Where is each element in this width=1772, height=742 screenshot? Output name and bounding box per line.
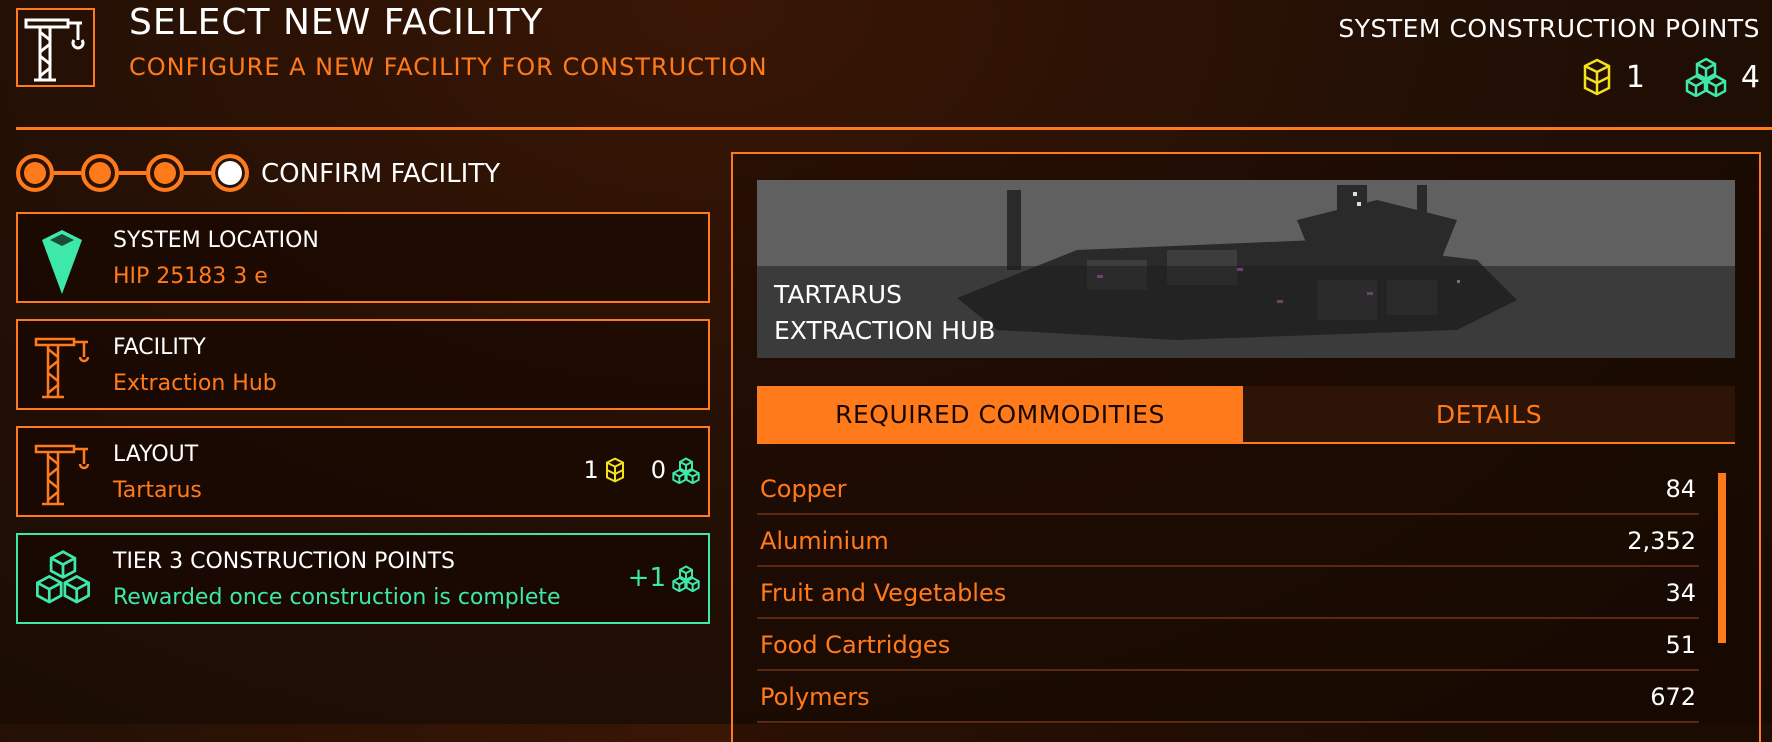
list-item[interactable]: Fruit and Vegetables 34 — [757, 568, 1699, 619]
commodity-list-scrollbar[interactable] — [1718, 473, 1726, 643]
crane-icon — [24, 18, 85, 82]
header-divider — [16, 127, 1772, 130]
tier3-points-icon — [1685, 57, 1727, 97]
facility-value: Extraction Hub — [113, 371, 277, 396]
page-title: SELECT NEW FACILITY — [129, 2, 544, 43]
system-location-card[interactable]: SYSTEM LOCATION HIP 25183 3 e — [16, 212, 710, 303]
tier2-points-icon — [1583, 58, 1611, 96]
step-4-indicator[interactable] — [211, 154, 249, 192]
tier3-reward-card: TIER 3 CONSTRUCTION POINTS Rewarded once… — [16, 533, 710, 624]
current-step-label: CONFIRM FACILITY — [261, 159, 501, 189]
system-location-title: SYSTEM LOCATION — [113, 228, 319, 253]
step-connector — [119, 171, 146, 175]
layout-tier2-cost: 1 — [583, 456, 599, 484]
tier3-reward-note: Rewarded once construction is complete — [113, 585, 561, 610]
tab-details[interactable]: DETAILS — [1243, 386, 1735, 442]
step-2-indicator[interactable] — [81, 154, 119, 192]
tab-required-commodities[interactable]: REQUIRED COMMODITIES — [757, 386, 1243, 442]
layout-card[interactable]: LAYOUT Tartarus 1 0 — [16, 426, 710, 517]
list-item[interactable]: Aluminium 2,352 — [757, 516, 1699, 567]
layout-title: LAYOUT — [113, 442, 199, 467]
commodity-quantity: 51 — [1665, 630, 1696, 659]
tier3-points-icon — [672, 564, 700, 592]
tier2-points-icon — [605, 457, 624, 483]
tier3-points-value: 4 — [1740, 59, 1760, 95]
tier2-points-value: 1 — [1625, 59, 1645, 95]
location-marker-icon — [42, 230, 82, 294]
step-3-indicator[interactable] — [146, 154, 184, 192]
commodity-name: Copper — [760, 474, 847, 503]
commodity-name: Polymers — [760, 682, 870, 711]
commodity-quantity: 672 — [1650, 682, 1696, 711]
layout-value: Tartarus — [113, 478, 202, 503]
commodity-quantity: 34 — [1665, 578, 1696, 607]
commodity-name: Food Cartridges — [760, 630, 951, 659]
list-item[interactable]: Copper 84 — [757, 464, 1699, 515]
step-connector — [54, 171, 81, 175]
system-construction-points: 1 4 — [1582, 56, 1760, 98]
commodity-name: Aluminium — [760, 526, 889, 555]
step-1-indicator[interactable] — [16, 154, 54, 192]
list-item[interactable]: Food Cartridges 51 — [757, 620, 1699, 671]
page-subtitle: CONFIGURE A NEW FACILITY FOR CONSTRUCTIO… — [129, 53, 768, 81]
preview-tabs: REQUIRED COMMODITIES DETAILS — [757, 386, 1735, 444]
crane-icon — [34, 444, 90, 506]
tier3-reward-title: TIER 3 CONSTRUCTION POINTS — [113, 549, 456, 574]
facility-title: FACILITY — [113, 335, 206, 360]
cube-cluster-icon — [36, 550, 90, 604]
commodity-name: Fruit and Vegetables — [760, 578, 1007, 607]
preview-layout-name: TARTARUS — [774, 280, 902, 309]
commodity-list: Copper 84 Aluminium 2,352 Fruit and Vege… — [757, 464, 1699, 724]
system-construction-points-label: SYSTEM CONSTRUCTION POINTS — [1338, 14, 1760, 43]
facility-card[interactable]: FACILITY Extraction Hub — [16, 319, 710, 410]
facility-logo — [16, 8, 95, 87]
layout-cost: 1 0 — [583, 456, 700, 484]
commodity-quantity: 2,352 — [1627, 526, 1696, 555]
tier3-reward-points-value: +1 — [627, 563, 666, 593]
commodity-quantity: 84 — [1665, 474, 1696, 503]
preview-facility-name: EXTRACTION HUB — [774, 316, 996, 345]
step-connector — [184, 171, 211, 175]
facility-preview-image: TARTARUS EXTRACTION HUB — [757, 180, 1735, 358]
list-item[interactable]: Polymers 672 — [757, 672, 1699, 723]
tier3-reward-points: +1 — [628, 563, 700, 593]
layout-tier3-cost: 0 — [650, 456, 666, 484]
crane-icon — [34, 337, 90, 399]
system-location-value: HIP 25183 3 e — [113, 264, 268, 289]
tier3-points-icon — [672, 456, 700, 484]
